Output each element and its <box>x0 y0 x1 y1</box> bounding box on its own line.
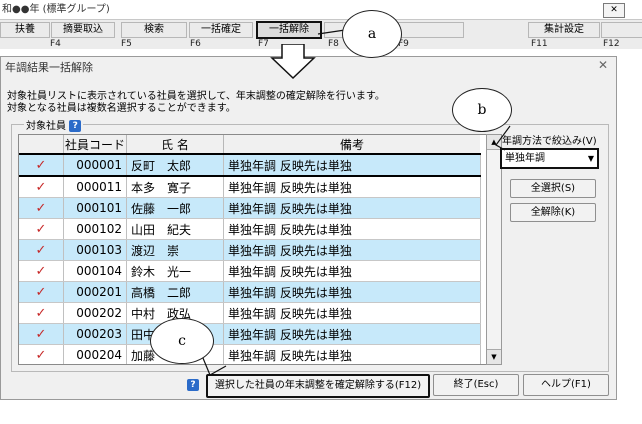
callout-pointers <box>197 29 511 376</box>
callout-b: b <box>452 88 512 132</box>
callout-c: c <box>150 318 214 364</box>
callout-a: a <box>342 10 402 58</box>
